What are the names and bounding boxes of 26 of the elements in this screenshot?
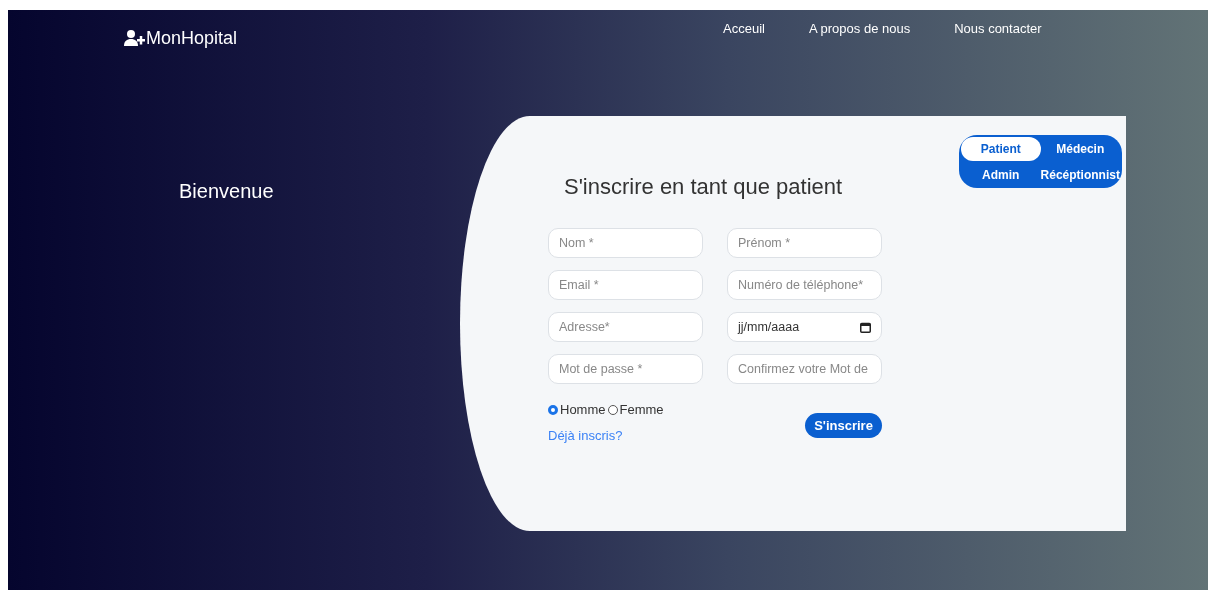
welcome-heading: Bienvenue bbox=[179, 179, 274, 204]
input-field[interactable]: Email * bbox=[548, 270, 703, 300]
date-field[interactable]: jj/mm/aaaa bbox=[727, 312, 882, 342]
radio-label: Femme bbox=[619, 401, 664, 419]
input-field[interactable]: Adresse* bbox=[548, 312, 703, 342]
radio-button[interactable] bbox=[548, 404, 558, 415]
role-tab[interactable]: Médecin bbox=[1040, 137, 1120, 161]
input-field[interactable]: Numéro de téléphone* bbox=[727, 270, 882, 300]
input-field[interactable]: Nom * bbox=[548, 228, 703, 258]
nav-link[interactable]: Nous contacter bbox=[954, 19, 1042, 39]
input-field[interactable]: Confirmez votre Mot de bbox=[727, 354, 882, 384]
calendar-icon[interactable] bbox=[860, 321, 871, 333]
submit-button[interactable]: S'inscrire bbox=[805, 413, 882, 438]
form-title: S'inscrire en tant que patient bbox=[564, 173, 843, 201]
login-link[interactable]: Déjà inscris? bbox=[548, 426, 623, 446]
nav-link[interactable]: A propos de nous bbox=[808, 19, 911, 39]
brand-name[interactable]: MonHopital bbox=[146, 24, 238, 52]
role-tab[interactable]: Admin bbox=[961, 163, 1041, 187]
user-plus-icon bbox=[124, 30, 146, 46]
radio-label: Homme bbox=[560, 401, 606, 419]
radio-button[interactable] bbox=[607, 404, 618, 415]
input-field[interactable]: Mot de passe * bbox=[548, 354, 703, 384]
role-tab[interactable]: Récéptionnist bbox=[1040, 163, 1120, 187]
nav-link[interactable]: Acceuil bbox=[723, 19, 765, 39]
role-tab[interactable]: Patient bbox=[961, 137, 1041, 161]
input-field[interactable]: Prénom * bbox=[727, 228, 882, 258]
